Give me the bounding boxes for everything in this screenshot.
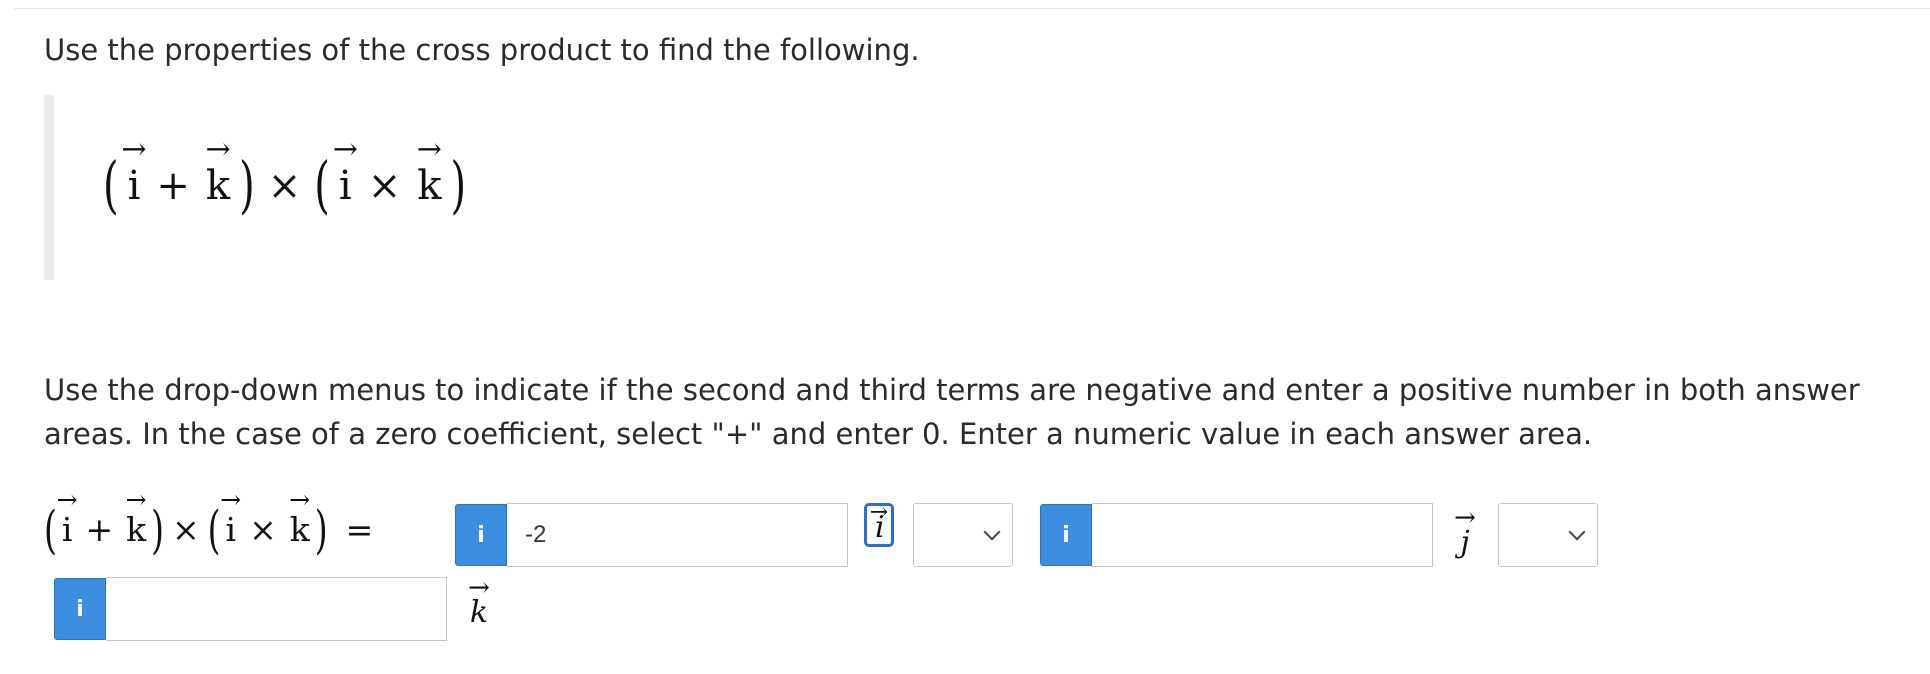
sign-select-j[interactable] xyxy=(913,503,1013,567)
info-icon[interactable]: i xyxy=(1040,504,1092,566)
chevron-down-icon xyxy=(983,523,1001,541)
question-instruction: Use the properties of the cross product … xyxy=(44,33,920,67)
answer-input-i[interactable]: -2 xyxy=(507,503,848,567)
blockquote-bar xyxy=(44,95,54,280)
answer-input-k[interactable] xyxy=(106,577,447,641)
unit-vector-k: → k xyxy=(468,573,490,630)
display-expression: ( → i + → k ) × ( → i × → k ) xyxy=(103,132,467,222)
info-icon[interactable]: i xyxy=(54,578,106,640)
chevron-down-icon xyxy=(1568,523,1586,541)
unit-vector-i: → i xyxy=(864,500,894,547)
answer-input-j[interactable] xyxy=(1092,503,1433,567)
top-divider xyxy=(14,8,1930,9)
answer-expression: ( → i + → k ) × ( → i × → k ) = xyxy=(44,485,374,560)
sign-select-k[interactable] xyxy=(1498,503,1598,567)
info-icon[interactable]: i xyxy=(455,504,507,566)
answer-instruction: Use the drop-down menus to indicate if t… xyxy=(44,373,1860,451)
unit-vector-j: → j xyxy=(1454,503,1476,560)
